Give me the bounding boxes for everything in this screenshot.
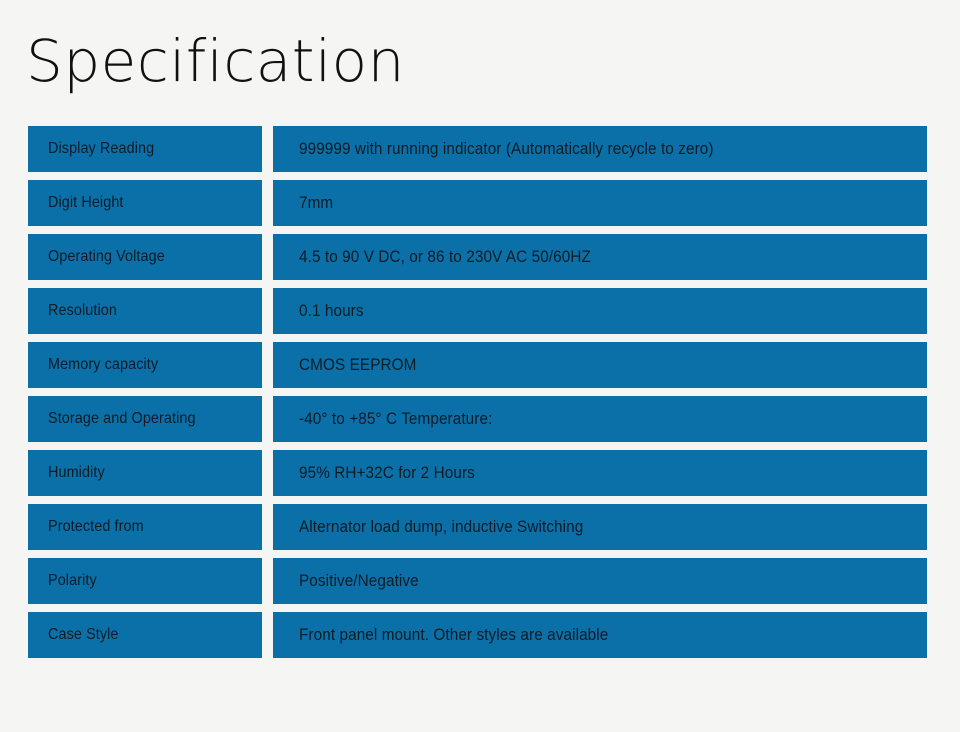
spec-label-text: Case Style	[48, 626, 119, 643]
spec-label-text: Protected from	[48, 518, 144, 535]
spec-label-text: Operating Voltage	[48, 248, 165, 265]
column-divider	[262, 288, 273, 334]
specification-page: Specification Display Reading 999999 with…	[0, 0, 960, 732]
spec-value-cell: Front panel mount. Other styles are avai…	[273, 612, 927, 658]
spec-value-text: 0.1 hours	[299, 301, 364, 320]
spec-value-cell: 999999 with running indicator (Automatic…	[273, 126, 927, 172]
spec-value-cell: 95% RH+32C for 2 Hours	[273, 450, 927, 496]
spec-label-cell: Operating Voltage	[28, 234, 262, 280]
specification-table: Display Reading 999999 with running indic…	[28, 126, 927, 658]
spec-value-text: Positive/Negative	[299, 571, 419, 590]
spec-value-text: 95% RH+32C for 2 Hours	[299, 463, 475, 482]
column-divider	[262, 612, 273, 658]
spec-label-cell: Digit Height	[28, 180, 262, 226]
spec-value-text: -40° to +85° C Temperature:	[299, 409, 493, 428]
column-divider	[262, 234, 273, 280]
spec-value-text: Alternator load dump, inductive Switchin…	[299, 517, 584, 536]
table-row: Protected from Alternator load dump, indu…	[28, 504, 927, 550]
spec-label-cell: Display Reading	[28, 126, 262, 172]
spec-value-cell: CMOS EEPROM	[273, 342, 927, 388]
table-row: Display Reading 999999 with running indic…	[28, 126, 927, 172]
spec-value-text: CMOS EEPROM	[299, 355, 417, 374]
spec-value-cell: 0.1 hours	[273, 288, 927, 334]
spec-value-text: 7mm	[299, 193, 334, 212]
table-row: Case Style Front panel mount. Other style…	[28, 612, 927, 658]
spec-label-cell: Case Style	[28, 612, 262, 658]
spec-label-text: Resolution	[48, 302, 117, 319]
table-row: Resolution 0.1 hours	[28, 288, 927, 334]
table-row: Digit Height 7mm	[28, 180, 927, 226]
spec-value-cell: Positive/Negative	[273, 558, 927, 604]
spec-value-cell: Alternator load dump, inductive Switchin…	[273, 504, 927, 550]
spec-value-text: Front panel mount. Other styles are avai…	[299, 625, 609, 644]
spec-value-text: 999999 with running indicator (Automatic…	[299, 139, 714, 158]
spec-label-cell: Polarity	[28, 558, 262, 604]
table-row: Memory capacity CMOS EEPROM	[28, 342, 927, 388]
spec-label-text: Display Reading	[48, 140, 155, 157]
table-row: Polarity Positive/Negative	[28, 558, 927, 604]
spec-value-text: 4.5 to 90 V DC, or 86 to 230V AC 50/60HZ	[299, 247, 591, 266]
spec-value-cell: -40° to +85° C Temperature:	[273, 396, 927, 442]
spec-label-cell: Storage and Operating	[28, 396, 262, 442]
column-divider	[262, 126, 273, 172]
spec-label-text: Storage and Operating	[48, 410, 196, 427]
spec-label-cell: Protected from	[28, 504, 262, 550]
table-row: Humidity 95% RH+32C for 2 Hours	[28, 450, 927, 496]
spec-label-cell: Memory capacity	[28, 342, 262, 388]
spec-label-text: Humidity	[48, 464, 105, 481]
table-row: Operating Voltage 4.5 to 90 V DC, or 86 t…	[28, 234, 927, 280]
spec-label-text: Polarity	[48, 572, 97, 589]
column-divider	[262, 558, 273, 604]
spec-label-cell: Resolution	[28, 288, 262, 334]
spec-label-text: Digit Height	[48, 194, 124, 211]
column-divider	[262, 396, 273, 442]
table-row: Storage and Operating -40° to +85° C Temp…	[28, 396, 927, 442]
column-divider	[262, 342, 273, 388]
column-divider	[262, 504, 273, 550]
spec-label-cell: Humidity	[28, 450, 262, 496]
spec-label-text: Memory capacity	[48, 356, 159, 373]
spec-value-cell: 7mm	[273, 180, 927, 226]
column-divider	[262, 180, 273, 226]
page-title: Specification	[26, 27, 405, 95]
spec-value-cell: 4.5 to 90 V DC, or 86 to 230V AC 50/60HZ	[273, 234, 927, 280]
column-divider	[262, 450, 273, 496]
